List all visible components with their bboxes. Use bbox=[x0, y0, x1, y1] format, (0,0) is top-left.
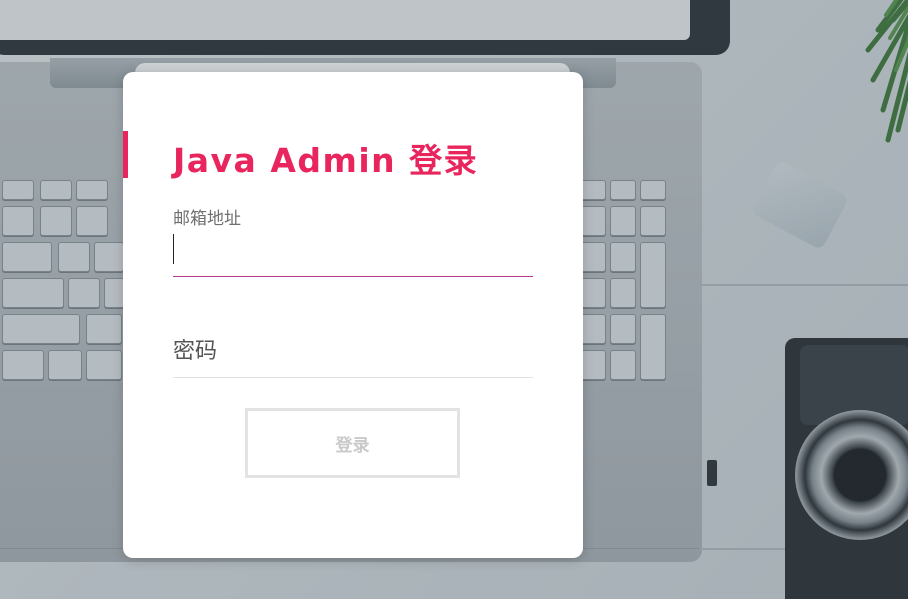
password-input[interactable] bbox=[173, 327, 531, 375]
email-field[interactable]: 邮箱地址 bbox=[173, 204, 533, 278]
password-underline bbox=[173, 377, 533, 378]
login-card: Java Admin 登录 邮箱地址 登录 bbox=[123, 72, 583, 558]
title-accent-bar bbox=[123, 131, 128, 178]
email-input[interactable] bbox=[173, 230, 531, 274]
login-title: Java Admin 登录 bbox=[173, 141, 479, 180]
login-button[interactable]: 登录 bbox=[245, 408, 460, 478]
email-label: 邮箱地址 bbox=[173, 209, 241, 229]
password-field[interactable] bbox=[173, 327, 533, 379]
text-caret bbox=[173, 234, 174, 264]
email-underline bbox=[173, 276, 533, 277]
